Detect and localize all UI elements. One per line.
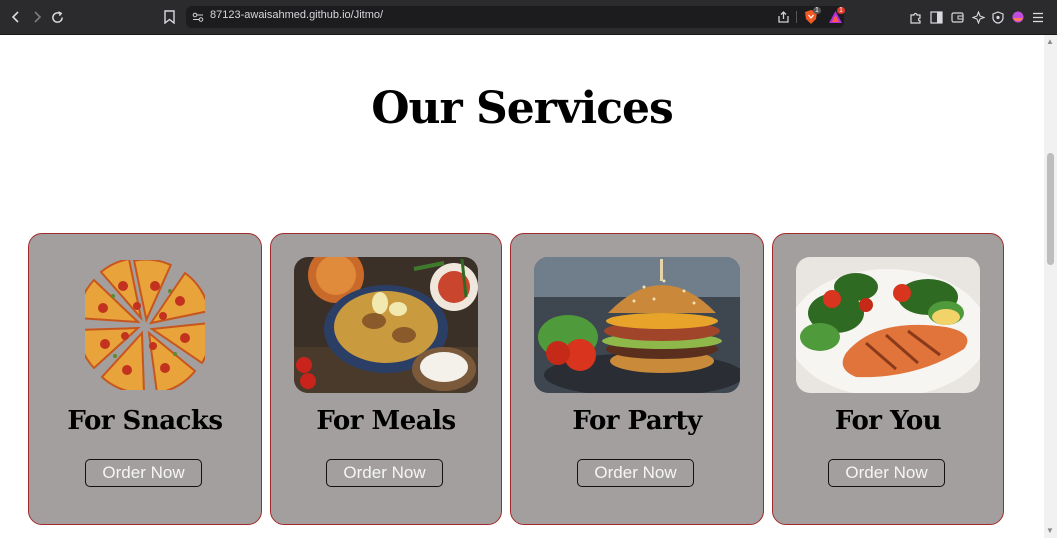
brave-shield-icon[interactable]: 1 (802, 7, 821, 26)
page-viewport: Our Services For Snacks Order Now For Me… (0, 35, 1044, 538)
service-card-you: For You Order Now (772, 233, 1004, 525)
service-card-meals: For Meals Order Now (270, 233, 502, 525)
page-title: Our Services (371, 83, 674, 134)
menu-icon[interactable] (1031, 10, 1045, 24)
biryani-image (294, 257, 478, 393)
wallet-icon[interactable] (950, 10, 964, 24)
forward-icon[interactable] (27, 7, 47, 27)
bookmark-icon[interactable] (162, 9, 176, 25)
card-title: For Snacks (67, 406, 223, 436)
address-bar[interactable]: 87123-awaisahmed.github.io/Jitmo/ 1 1 (186, 6, 845, 28)
share-icon[interactable] (776, 10, 790, 24)
site-settings-icon[interactable] (192, 11, 204, 23)
burger-image (534, 257, 740, 393)
card-title: For Party (572, 406, 702, 436)
reload-icon[interactable] (47, 7, 67, 27)
order-now-button[interactable]: Order Now (577, 459, 694, 487)
salmon-salad-image (796, 257, 980, 393)
rewards-badge: 1 (837, 7, 845, 14)
scroll-up-icon[interactable]: ▲ (1046, 37, 1054, 46)
scroll-down-icon[interactable]: ▼ (1046, 526, 1054, 535)
order-now-button[interactable]: Order Now (326, 459, 443, 487)
back-icon[interactable] (6, 7, 26, 27)
leo-ai-icon[interactable] (971, 10, 985, 24)
service-card-party: For Party Order Now (510, 233, 764, 525)
order-now-button[interactable]: Order Now (828, 459, 945, 487)
card-title: For You (834, 406, 942, 436)
page-scrollbar[interactable]: ▲ ▼ (1044, 35, 1057, 538)
browser-toolbar: 87123-awaisahmed.github.io/Jitmo/ 1 1 (0, 0, 1057, 35)
extensions-icon[interactable] (908, 10, 922, 24)
pizza-image (85, 260, 205, 390)
order-now-button[interactable]: Order Now (85, 459, 202, 487)
scrollbar-thumb[interactable] (1047, 153, 1054, 265)
profile-avatar-icon[interactable] (1011, 10, 1025, 24)
shield-badge: 1 (813, 7, 821, 14)
card-title: For Meals (316, 406, 456, 436)
brave-rewards-icon[interactable]: 1 (826, 7, 845, 26)
vpn-shield-icon[interactable] (991, 10, 1005, 24)
service-card-snacks: For Snacks Order Now (28, 233, 262, 525)
url-text[interactable]: 87123-awaisahmed.github.io/Jitmo/ (210, 9, 383, 21)
sidebar-icon[interactable] (929, 10, 943, 24)
